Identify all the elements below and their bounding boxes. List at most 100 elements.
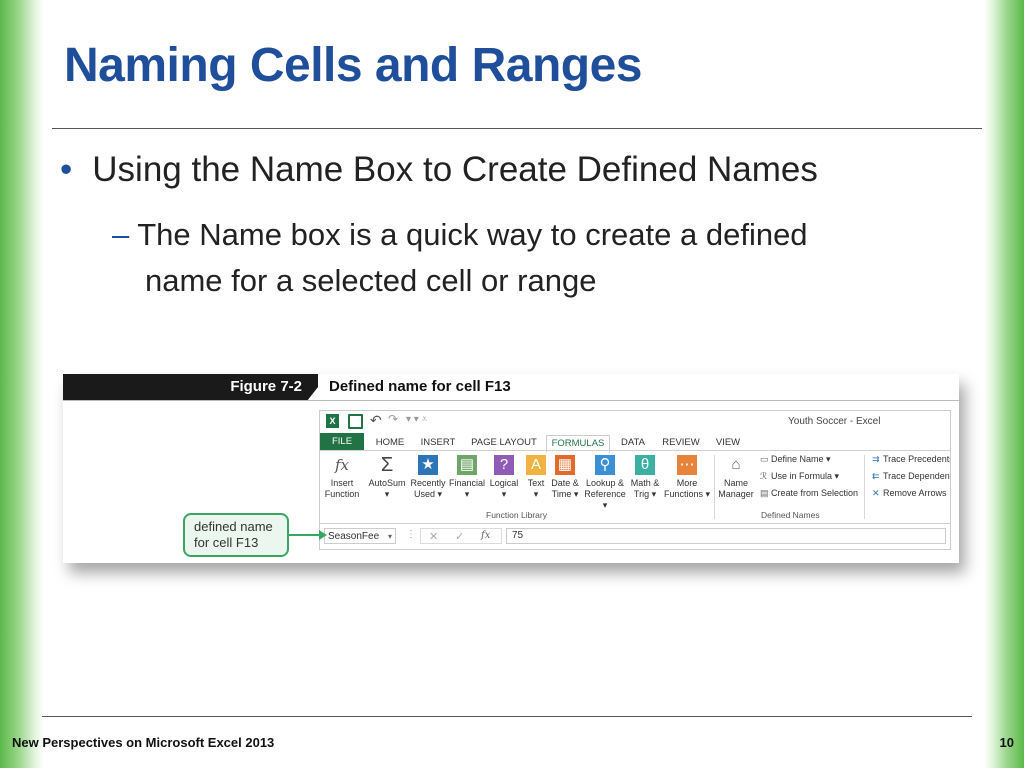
slide-title: Naming Cells and Ranges [64, 39, 642, 92]
figure-caption-bar: Figure 7-2 Defined name for cell F13 [63, 374, 959, 401]
bullet-1-text: Using the Name Box to Create Defined Nam… [92, 150, 818, 189]
create-from-selection-icon: ▤ [760, 488, 769, 498]
bullet-level-2: – The Name box is a quick way to create a… [112, 212, 962, 304]
financial-label: Financial [448, 478, 486, 488]
recently-used-label-1: Recently [410, 478, 446, 488]
remove-arrows-icon: ✕ [872, 488, 880, 498]
text-dropdown: ▾ [533, 489, 539, 499]
enter-check-icon[interactable]: ✓ [455, 530, 464, 543]
theta-icon: θ [635, 455, 655, 475]
autosum-dropdown: ▾ [384, 489, 390, 499]
right-green-border [984, 0, 1024, 768]
chevron-down-icon[interactable]: ▾ [388, 529, 392, 545]
bullet-dash: – [112, 217, 130, 252]
recently-used-button[interactable]: ★ Recently Used ▾ [408, 455, 448, 500]
more-functions-label-1: More [676, 478, 698, 488]
function-library-label: Function Library [486, 510, 547, 520]
redo-icon[interactable]: ↷ [388, 412, 398, 426]
define-name-icon: ▭ [760, 454, 769, 464]
more-functions-label-2: Functions ▾ [663, 489, 711, 499]
bullet-2-line-1: The Name box is a quick way to create a … [137, 217, 808, 252]
tab-home[interactable]: HOME [370, 435, 410, 451]
define-name-label: Define Name ▾ [771, 454, 831, 464]
insert-function-button[interactable]: fx Insert Function [322, 455, 362, 500]
financial-button[interactable]: ▤ Financial ▾ [446, 455, 488, 500]
name-manager-label-1: Name [723, 478, 748, 488]
trace-dependents-button[interactable]: ⇇ Trace Dependents [872, 470, 951, 483]
formula-bar-buttons: ✕ ✓ fx [420, 528, 502, 544]
ribbon-tabs: FILE HOME INSERT PAGE LAYOUT FORMULAS DA… [320, 433, 950, 453]
trace-precedents-button[interactable]: ⇉ Trace Precedents [872, 453, 950, 466]
recently-used-label-2: Used ▾ [413, 489, 443, 499]
logical-button[interactable]: ? Logical ▾ [484, 455, 524, 500]
trace-dependents-icon: ⇇ [872, 471, 880, 481]
more-functions-icon: ⋯ [677, 455, 697, 475]
star-icon: ★ [418, 455, 438, 475]
lookup-label-2: Reference ▾ [584, 489, 626, 510]
formula-bar: SeasonFee ▾ ⋮ ✕ ✓ fx 75 [320, 524, 950, 549]
logical-label: Logical [489, 478, 519, 488]
remove-arrows-label: Remove Arrows [883, 488, 947, 498]
group-separator [714, 455, 715, 519]
text-a-icon: A [526, 455, 546, 475]
tab-data[interactable]: DATA [614, 435, 652, 451]
lookup-reference-button[interactable]: ⚲ Lookup & Reference ▾ [582, 455, 628, 511]
callout-text: defined name for cell F13 [194, 519, 273, 551]
formula-bar-grip-icon: ⋮ [406, 529, 416, 540]
quick-access-toolbar: X ↶ ↷ ▾ ▾ ⩡ Youth Soccer - Excel [320, 411, 950, 433]
figure-number-tab: Figure 7-2 [63, 374, 318, 400]
callout-line-1: defined name [194, 519, 273, 534]
name-box[interactable]: SeasonFee ▾ [324, 528, 396, 544]
trace-dependents-label: Trace Dependents [883, 471, 951, 481]
create-from-selection-label: Create from Selection [771, 488, 859, 498]
tab-file[interactable]: FILE [320, 433, 364, 451]
formula-input[interactable]: 75 [506, 528, 946, 544]
math-trig-label-1: Math & [630, 478, 660, 488]
define-name-button[interactable]: ▭ Define Name ▾ [760, 453, 831, 466]
more-functions-button[interactable]: ⋯ More Functions ▾ [662, 455, 712, 500]
lookup-label-1: Lookup & [585, 478, 625, 488]
excel-logo-icon: X [326, 414, 339, 428]
tab-page-layout[interactable]: PAGE LAYOUT [468, 435, 540, 451]
page-number: 10 [999, 735, 1014, 750]
formulas-ribbon: fx Insert Function Σ AutoSum ▾ ★ Recentl… [320, 451, 950, 523]
undo-icon[interactable]: ↶ [370, 412, 382, 429]
tag-icon: ⌂ [731, 456, 741, 473]
customize-qat-icon[interactable]: ▾ ▾ ⩡ [406, 414, 427, 425]
remove-arrows-button[interactable]: ✕ Remove Arrows [872, 487, 947, 500]
use-in-formula-icon: ℛ [760, 471, 768, 481]
math-trig-button[interactable]: θ Math & Trig ▾ [628, 455, 662, 500]
window-title: Youth Soccer - Excel [788, 416, 881, 427]
insert-function-fx-icon[interactable]: fx [481, 530, 490, 541]
text-button[interactable]: A Text ▾ [522, 455, 550, 500]
footer-divider [42, 716, 972, 717]
group-separator [864, 455, 865, 519]
defined-names-label: Defined Names [761, 510, 820, 520]
date-time-button[interactable]: ▦ Date & Time ▾ [548, 455, 582, 500]
tab-view[interactable]: VIEW [710, 435, 746, 451]
insert-function-label-1: Insert [330, 478, 354, 488]
tab-insert[interactable]: INSERT [416, 435, 460, 451]
defined-name-callout: defined name for cell F13 [183, 513, 289, 557]
tab-review[interactable]: REVIEW [658, 435, 704, 451]
cancel-icon[interactable]: ✕ [429, 530, 438, 543]
use-in-formula-button[interactable]: ℛ Use in Formula ▾ [760, 470, 839, 483]
save-icon[interactable] [348, 414, 363, 429]
fx-icon: fx [334, 456, 349, 474]
math-trig-label-2: Trig ▾ [633, 489, 657, 499]
logical-dropdown: ▾ [501, 489, 507, 499]
calendar-icon: ▦ [555, 455, 575, 475]
create-from-selection-button[interactable]: ▤ Create from Selection [760, 487, 858, 500]
figure-number: Figure 7-2 [230, 378, 302, 395]
text-label: Text [527, 478, 545, 488]
name-box-value: SeasonFee [328, 531, 380, 542]
financial-dropdown: ▾ [464, 489, 470, 499]
callout-arrow-line [289, 534, 323, 536]
title-divider [52, 128, 982, 129]
name-manager-button[interactable]: ⌂ Name Manager [716, 455, 756, 500]
excel-window: X ↶ ↷ ▾ ▾ ⩡ Youth Soccer - Excel FILE HO… [319, 410, 951, 550]
magnifier-icon: ⚲ [595, 455, 615, 475]
autosum-button[interactable]: Σ AutoSum ▾ [366, 455, 408, 500]
sigma-icon: Σ [380, 454, 394, 476]
date-time-label-1: Date & [551, 478, 579, 488]
